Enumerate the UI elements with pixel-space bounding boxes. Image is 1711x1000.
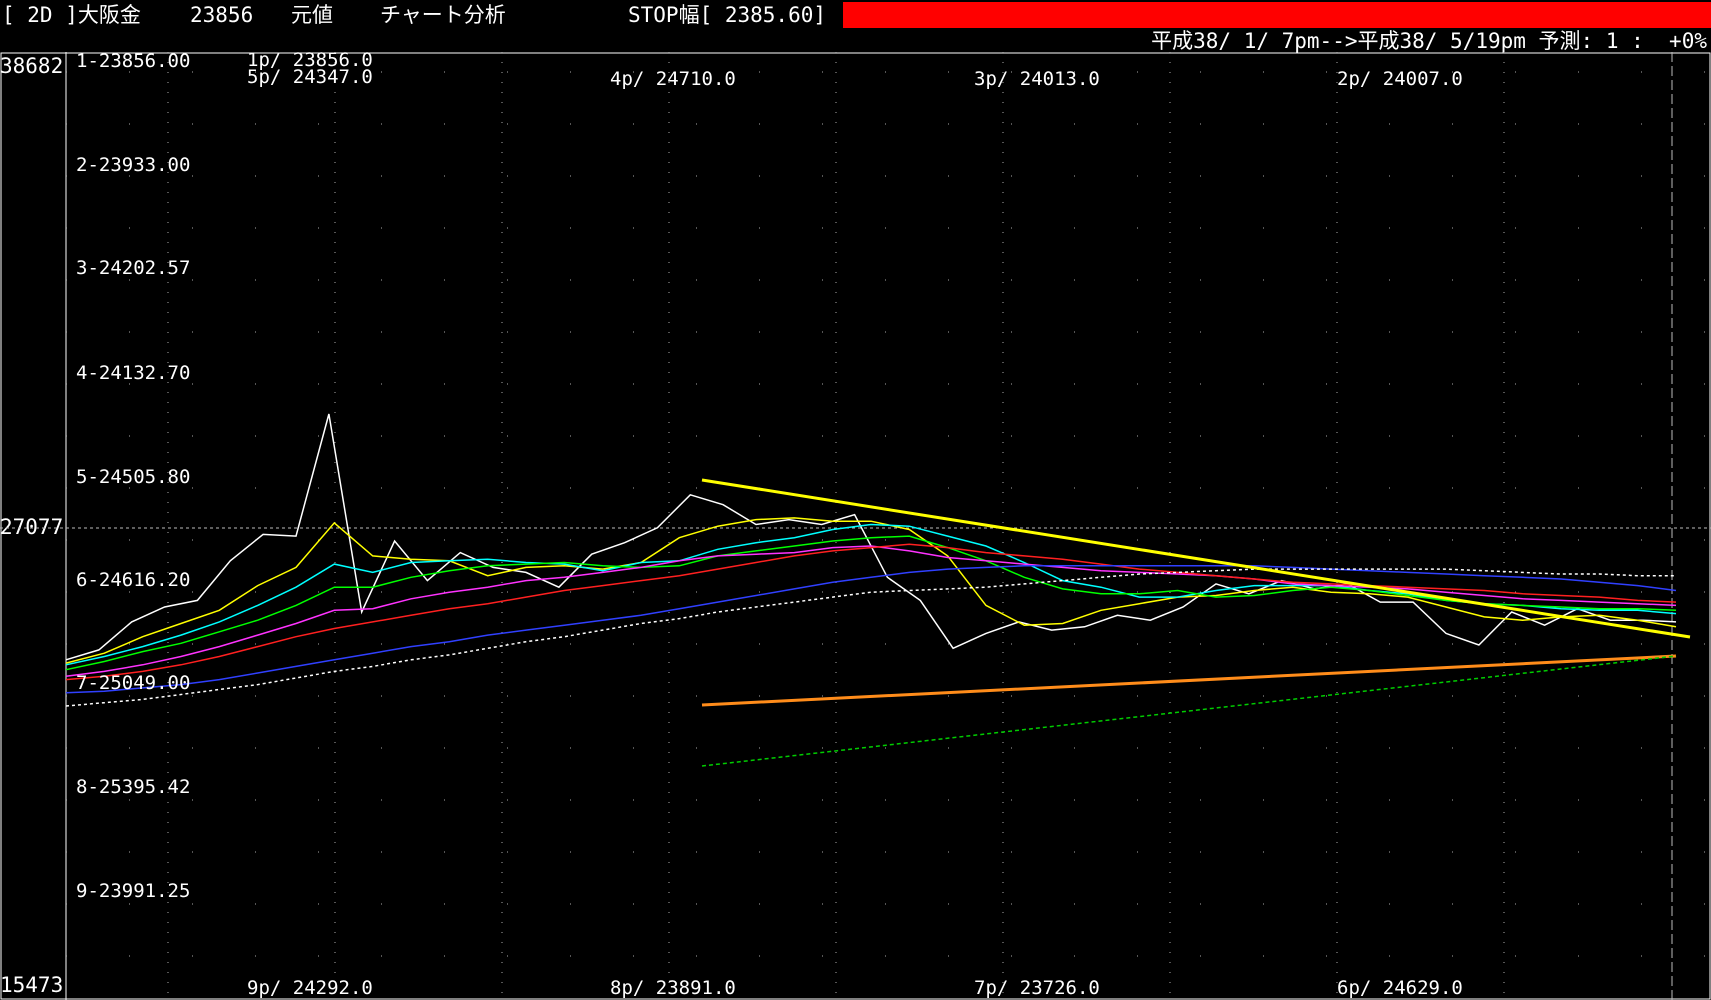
stop-width-bar bbox=[843, 2, 1711, 28]
chart-analysis-menu[interactable]: チャート分析 bbox=[380, 3, 506, 27]
level-label-5: 5-24505.80 bbox=[76, 466, 190, 488]
stop-width-label: STOP幅[ 2385.60] bbox=[628, 3, 827, 27]
chart-area[interactable]: 1-23856.00 2-23933.00 3-24202.57 4-24132… bbox=[0, 52, 1711, 1000]
series-line-4 bbox=[65, 545, 1677, 678]
series-line-5 bbox=[65, 543, 1677, 681]
level-label-8: 8-25395.42 bbox=[76, 776, 190, 798]
level-label-6: 6-24616.20 bbox=[76, 569, 190, 591]
level-label-4: 4-24132.70 bbox=[76, 362, 190, 384]
upper-trend-line[interactable] bbox=[701, 478, 1691, 639]
price-mode-menu[interactable]: 元値 bbox=[291, 3, 333, 27]
chart-title: [ 2D ]大阪金 bbox=[2, 3, 141, 27]
date-range-label: 平成38/ 1/ 7pm-->平成38/ 5/19pm 予測: 1 : +0% bbox=[1151, 29, 1707, 53]
lower-trend-line[interactable] bbox=[701, 654, 1677, 707]
pivot-label-5p: 5p/ 24347.0 bbox=[247, 66, 373, 88]
pivot-label-8p: 8p/ 23891.0 bbox=[610, 977, 736, 999]
pivot-label-3p: 3p/ 24013.0 bbox=[974, 68, 1100, 90]
pivot-label-6p: 6p/ 24629.0 bbox=[1337, 977, 1463, 999]
level-label-9: 9-23991.25 bbox=[76, 880, 190, 902]
series-group bbox=[65, 413, 1677, 707]
current-price: 23856 bbox=[190, 3, 254, 27]
level-label-1: 1-23856.00 bbox=[76, 52, 190, 72]
lower-channel-line bbox=[701, 655, 1677, 767]
series-line-3 bbox=[65, 535, 1677, 671]
pivot-label-9p: 9p/ 24292.0 bbox=[247, 977, 373, 999]
pivot-label-7p: 7p/ 23726.0 bbox=[974, 977, 1100, 999]
series-line-7 bbox=[65, 568, 1676, 707]
level-label-2: 2-23933.00 bbox=[76, 154, 190, 176]
series-line-6 bbox=[65, 565, 1677, 694]
pivot-label-4p: 4p/ 24710.0 bbox=[610, 68, 736, 90]
series-line-0 bbox=[65, 413, 1677, 661]
level-label-7: 7-25049.00 bbox=[76, 672, 190, 694]
level-label-3: 3-24202.57 bbox=[76, 257, 190, 279]
pivot-label-2p: 2p/ 24007.0 bbox=[1337, 68, 1463, 90]
